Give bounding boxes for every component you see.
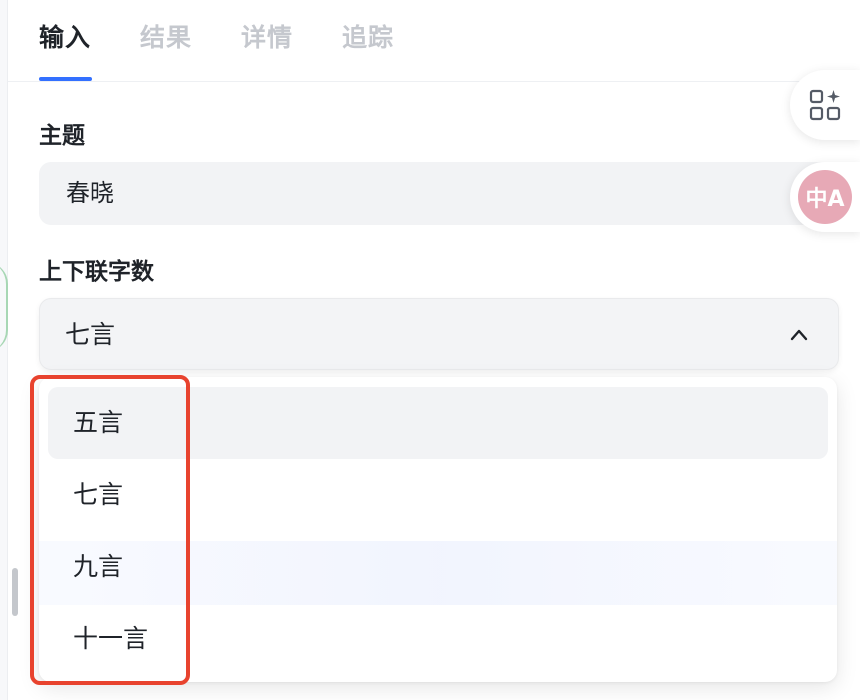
chevron-up-icon [790,329,808,341]
topic-input[interactable]: 春晓 [39,162,839,225]
option-eleven-char[interactable]: 十一言 [48,603,828,675]
char-count-label: 上下联字数 [39,259,154,285]
tab-trace[interactable]: 追踪 [342,18,394,54]
char-count-selected-value: 七言 [65,320,116,349]
tab-input[interactable]: 输入 [39,18,91,54]
active-tab-indicator [39,77,92,81]
option-seven-char[interactable]: 七言 [48,459,828,531]
translate-icon: 中A [798,170,852,224]
connector-curve [0,262,8,352]
tab-result[interactable]: 结果 [140,18,192,54]
char-count-dropdown: 五言 七言 九言 十一言 [39,377,837,682]
option-five-char[interactable]: 五言 [48,387,828,459]
apps-button[interactable] [790,70,860,140]
apps-sparkle-icon [809,89,841,121]
scrollbar-thumb[interactable] [12,568,18,616]
left-panel-edge [0,0,8,700]
tab-details[interactable]: 详情 [241,18,293,54]
tab-bar: 输入 结果 详情 追踪 [8,0,860,82]
translate-button[interactable]: 中A [790,162,860,232]
topic-label: 主题 [39,123,85,149]
char-count-select[interactable]: 七言 [39,298,839,370]
option-nine-char[interactable]: 九言 [48,531,828,603]
